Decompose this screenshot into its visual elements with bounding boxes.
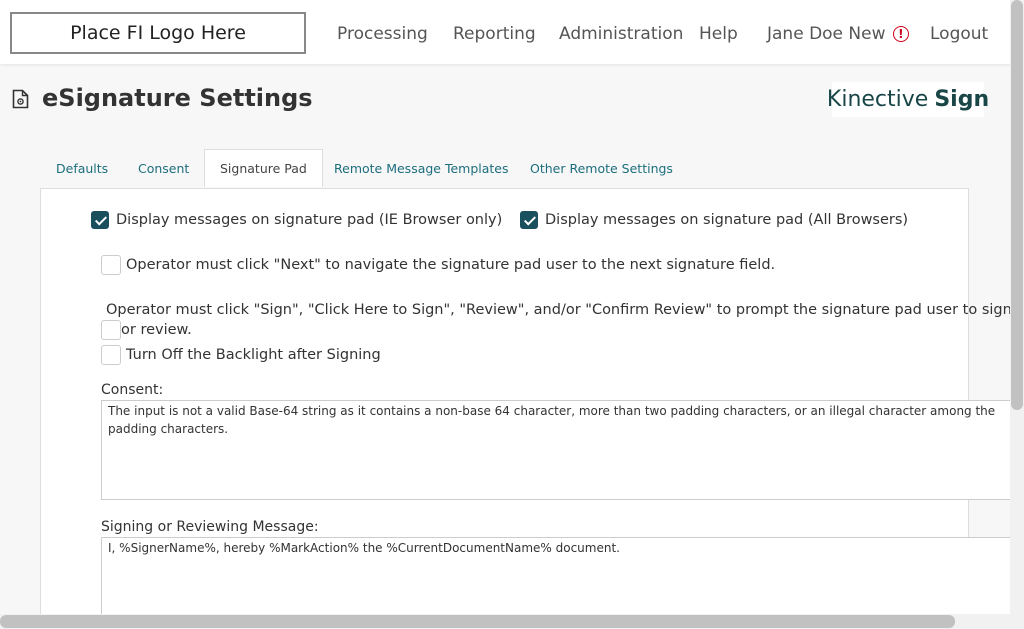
nav-help[interactable]: Help: [699, 24, 738, 44]
tab-other-remote-settings[interactable]: Other Remote Settings: [530, 150, 673, 188]
horizontal-scrollbar-thumb[interactable]: [0, 615, 955, 628]
kinective-sign-logo: Kinective Sign: [827, 82, 989, 117]
settings-document-icon: [12, 89, 29, 109]
alert-circle-icon: !: [892, 26, 909, 42]
display-all-browsers-checkbox[interactable]: [520, 211, 538, 229]
brand-name: Kinective: [826, 87, 929, 112]
display-all-browsers-label: Display messages on signature pad (All B…: [545, 212, 909, 228]
nav-administration[interactable]: Administration: [559, 24, 683, 44]
fi-logo-placeholder[interactable]: Place FI Logo Here: [10, 12, 306, 54]
brand-product: Sign: [934, 87, 990, 112]
operator-sign-checkbox[interactable]: [101, 320, 121, 340]
nav-reporting[interactable]: Reporting: [453, 24, 536, 44]
nav-user-menu[interactable]: Jane Doe New !: [767, 24, 909, 44]
user-name: Jane Doe New: [767, 24, 886, 44]
backlight-off-checkbox[interactable]: [101, 345, 121, 365]
tab-defaults[interactable]: Defaults: [56, 150, 108, 188]
consent-textarea[interactable]: The input is not a valid Base-64 string …: [101, 400, 1024, 500]
tab-remote-message-templates[interactable]: Remote Message Templates: [334, 150, 509, 188]
operator-sign-label-cont: or review.: [121, 322, 192, 338]
page-title: eSignature Settings: [42, 84, 313, 112]
display-ie-checkbox[interactable]: [91, 211, 109, 229]
operator-sign-label: Operator must click "Sign", "Click Here …: [106, 302, 1012, 318]
operator-next-checkbox[interactable]: [101, 255, 121, 275]
backlight-off-label: Turn Off the Backlight after Signing: [126, 347, 381, 363]
vertical-scrollbar-thumb[interactable]: [1011, 0, 1023, 410]
nav-processing[interactable]: Processing: [337, 24, 428, 44]
top-navigation-bar: Place FI Logo Here Processing Reporting …: [0, 0, 1024, 64]
operator-next-label: Operator must click "Next" to navigate t…: [126, 257, 776, 273]
consent-field-label: Consent:: [101, 382, 164, 398]
signing-message-label: Signing or Reviewing Message:: [101, 519, 319, 535]
tab-signature-pad[interactable]: Signature Pad: [204, 149, 323, 187]
tab-consent[interactable]: Consent: [138, 150, 189, 188]
nav-logout[interactable]: Logout: [930, 24, 988, 44]
display-ie-label: Display messages on signature pad (IE Br…: [116, 212, 503, 228]
